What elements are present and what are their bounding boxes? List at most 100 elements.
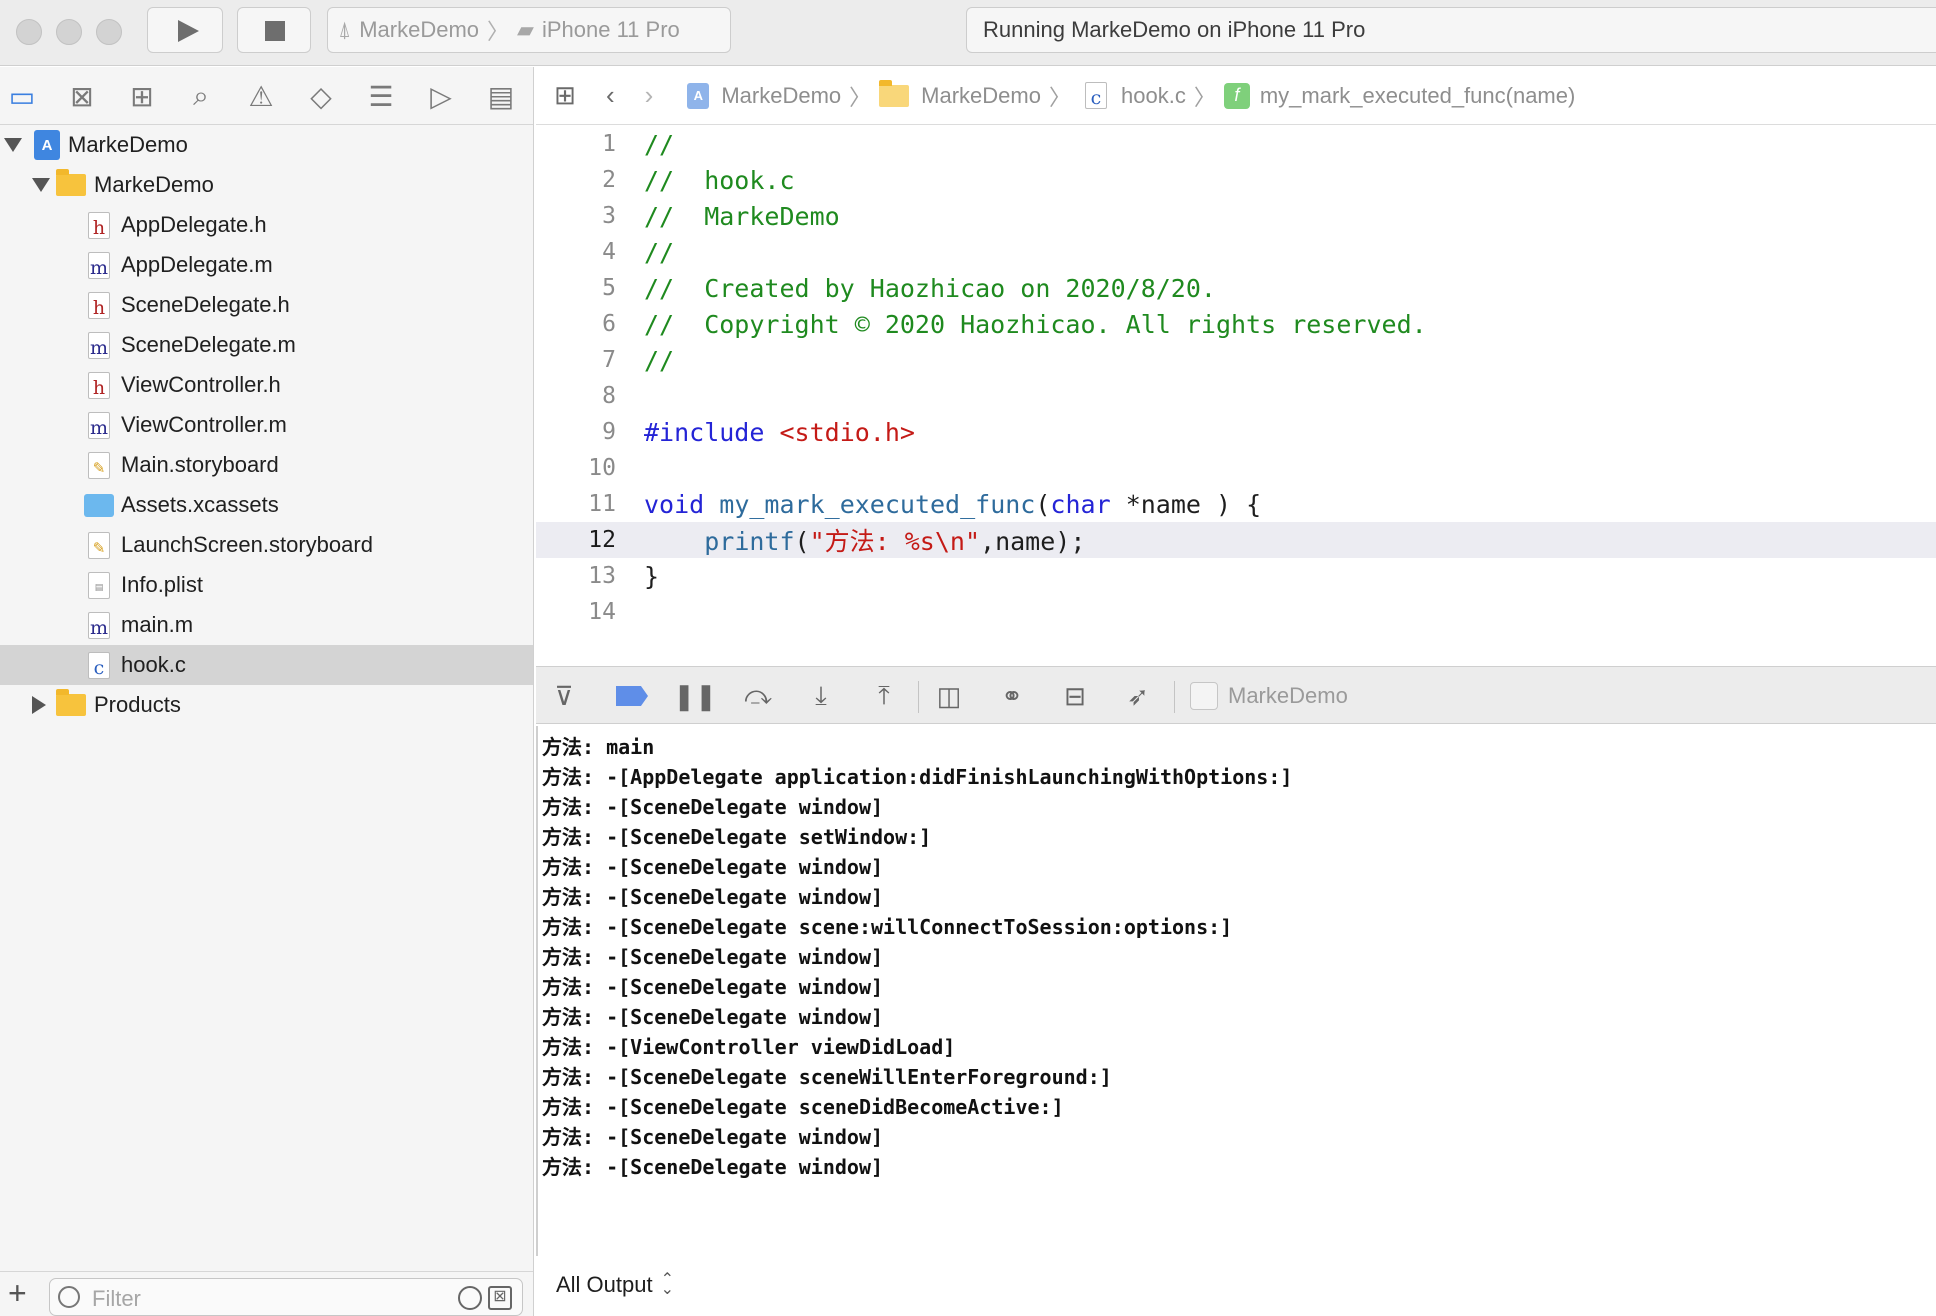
folder-icon <box>879 79 910 107</box>
process-name: MarkeDemo <box>1228 683 1348 708</box>
output-filter-select[interactable]: All Output ⌃ ⌄ <box>556 1272 674 1298</box>
chevron-updown-icon: ⌃ ⌄ <box>660 1271 675 1298</box>
tree-item-file-selected[interactable]: c hook.c <box>0 645 533 685</box>
disclosure-closed-icon[interactable] <box>32 696 46 714</box>
xcode-project-icon: A <box>34 130 60 160</box>
source-control-filter-icon[interactable]: ⊠ <box>488 1286 512 1310</box>
chevron-right-icon: 〉 <box>849 84 872 110</box>
stop-icon <box>265 21 285 41</box>
folder-icon <box>56 689 86 716</box>
toolbar-divider <box>918 681 919 713</box>
tree-item-group[interactable]: Products <box>0 685 533 725</box>
memory-graph-icon[interactable]: ⚭ <box>994 679 1030 713</box>
debug-list-icon[interactable]: ☰ <box>361 77 401 115</box>
search-icon[interactable]: ⌕ <box>181 77 221 115</box>
filter-input[interactable]: Filter ⊠ <box>49 1278 523 1316</box>
zoom-window-button[interactable] <box>96 19 122 45</box>
header-file-icon: h <box>88 291 110 319</box>
line-source: // Created by Haozhicao on 2020/8/20. <box>644 274 1216 303</box>
plist-file-icon: ▤ <box>88 571 110 599</box>
report-message-icon[interactable]: ▤ <box>481 77 521 115</box>
console-line: 方法: -[AppDelegate application:didFinishL… <box>542 765 1293 789</box>
code-line[interactable]: 6 // Copyright © 2020 Haozhicao. All righ… <box>536 306 1936 342</box>
code-line[interactable]: 7 // <box>536 342 1936 378</box>
source-editor[interactable]: 1 // 2 // hook.c 3 // MarkeDemo 4 // 5 // Created… <box>536 126 1936 666</box>
code-line[interactable]: 3 // MarkeDemo <box>536 198 1936 234</box>
hierarchy-icon[interactable]: ⊞ <box>122 77 162 115</box>
code-line[interactable]: 5 // Created by Haozhicao on 2020/8/20. <box>536 270 1936 306</box>
back-arrow-icon[interactable]: ‹ <box>606 80 615 111</box>
code-token: printf <box>704 527 795 556</box>
add-file-icon[interactable]: + <box>8 1276 27 1310</box>
process-selector[interactable]: MarkeDemo <box>1190 682 1348 710</box>
code-line[interactable]: 14 <box>536 594 1936 630</box>
debug-console[interactable]: 方法: main 方法: -[AppDelegate application:di… <box>536 726 1936 1256</box>
console-line: 方法: -[ViewController viewDidLoad] <box>542 1035 956 1059</box>
hide-debug-area-icon[interactable]: ⊽ <box>546 679 582 713</box>
code-line[interactable]: 10 <box>536 450 1936 486</box>
tree-item-group[interactable]: MarkeDemo <box>0 165 533 205</box>
view-hierarchy-icon[interactable]: ◫ <box>931 679 967 713</box>
disclosure-open-icon[interactable] <box>4 138 22 152</box>
code-line[interactable]: 11 void my_mark_executed_func(char *name … <box>536 486 1936 522</box>
tree-item-file[interactable]: ✎ LaunchScreen.storyboard <box>0 525 533 565</box>
source-control-icon[interactable]: ⊠ <box>62 77 102 115</box>
tree-item-file[interactable]: m AppDelegate.m <box>0 245 533 285</box>
tree-item-file[interactable]: ✎ Main.storyboard <box>0 445 533 485</box>
code-line[interactable]: 12 printf("方法: %s\n",name); <box>536 522 1936 558</box>
simulate-location-icon[interactable]: ➶ <box>1120 679 1156 713</box>
warning-icon[interactable]: ⚠ <box>241 77 281 115</box>
line-source: void my_mark_executed_func(char *name ) … <box>644 490 1261 519</box>
tree-item-file[interactable]: h ViewController.h <box>0 365 533 405</box>
tree-item-file[interactable]: h SceneDelegate.h <box>0 285 533 325</box>
close-window-button[interactable] <box>16 19 42 45</box>
scheme-target: MarkeDemo <box>359 17 480 42</box>
tree-item-file[interactable]: m SceneDelegate.m <box>0 325 533 365</box>
environment-overrides-icon[interactable]: ⊟ <box>1057 679 1093 713</box>
chevron-right-icon: 〉 <box>1193 84 1216 110</box>
storyboard-file-icon: ✎ <box>88 531 110 559</box>
code-line[interactable]: 9 #include <stdio.h> <box>536 414 1936 450</box>
step-over-icon[interactable]: ⤼ <box>740 679 776 713</box>
tree-item-file[interactable]: m main.m <box>0 605 533 645</box>
recent-files-icon[interactable] <box>458 1286 482 1310</box>
code-line[interactable]: 4 // <box>536 234 1936 270</box>
breakpoints-toggle-icon[interactable] <box>616 686 648 706</box>
tree-item-project[interactable]: A MarkeDemo <box>0 125 533 165</box>
test-diamond-icon[interactable]: ◇ <box>301 77 341 115</box>
breadcrumb-group[interactable]: MarkeDemo 〉 <box>879 79 1079 112</box>
run-button[interactable] <box>147 7 223 53</box>
step-into-icon[interactable]: ⤓ <box>803 679 839 713</box>
pause-icon[interactable]: ❚❚ <box>673 679 717 713</box>
scheme-selector[interactable]: ⍋ MarkeDemo 〉 ▰ iPhone 11 Pro <box>327 7 731 53</box>
stop-button[interactable] <box>237 7 311 53</box>
related-items-grid-icon[interactable]: ⊞ <box>550 80 580 111</box>
folder-icon[interactable]: ▭ <box>2 77 42 115</box>
disclosure-open-icon[interactable] <box>32 178 50 192</box>
code-line[interactable]: 13} <box>536 558 1936 594</box>
breadcrumb-project[interactable]: A MarkeDemo 〉 <box>687 80 879 112</box>
minimize-window-button[interactable] <box>56 19 82 45</box>
tree-item-file[interactable]: ▤ Info.plist <box>0 565 533 605</box>
breadcrumb-function[interactable]: f my_mark_executed_func(name) <box>1223 82 1576 109</box>
line-number: 3 <box>602 203 616 229</box>
breadcrumb-file[interactable]: c hook.c 〉 <box>1079 80 1224 112</box>
breadcrumb-label: my_mark_executed_func(name) <box>1259 82 1576 108</box>
tree-item-file[interactable]: h AppDelegate.h <box>0 205 533 245</box>
folder-icon <box>56 169 86 196</box>
forward-arrow-icon[interactable]: › <box>645 80 654 111</box>
code-line[interactable]: 2 // hook.c <box>536 162 1936 198</box>
line-number: 13 <box>588 563 616 589</box>
tree-item-file[interactable]: m ViewController.m <box>0 405 533 445</box>
code-line[interactable]: 1 // <box>536 126 1936 162</box>
breakpoint-tag-icon[interactable]: ▷ <box>421 77 461 115</box>
scheme-device: iPhone 11 Pro <box>541 17 680 42</box>
code-line[interactable]: 8 <box>536 378 1936 414</box>
header-file-icon: h <box>88 211 110 239</box>
console-line: 方法: -[SceneDelegate window] <box>542 1125 884 1149</box>
tree-item-file[interactable]: Assets.xcassets <box>0 485 533 525</box>
app-process-icon <box>1190 682 1218 710</box>
step-out-icon[interactable]: ⤒ <box>866 679 902 713</box>
code-token: void <box>644 489 705 519</box>
